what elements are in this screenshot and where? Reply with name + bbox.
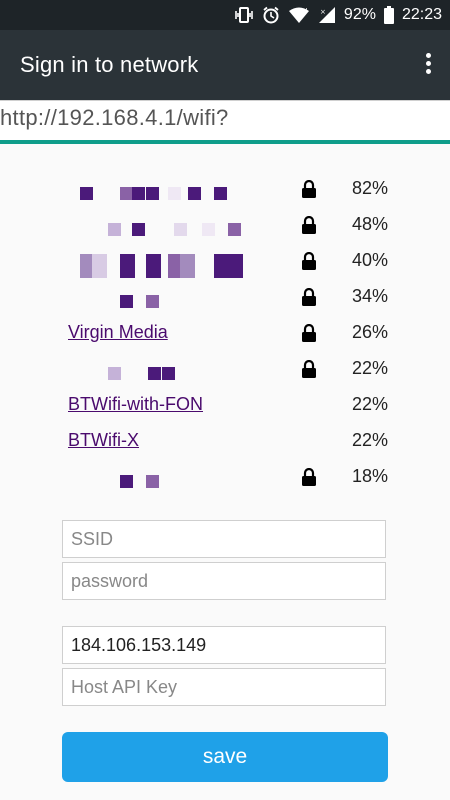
network-name-link[interactable]: BTWifi-X bbox=[68, 430, 139, 451]
signal-strength: 22% bbox=[351, 358, 388, 378]
url-bar: http://192.168.4.1/wifi? bbox=[0, 100, 450, 141]
vibrate-icon bbox=[234, 7, 254, 23]
signal-strength: 82% bbox=[351, 178, 388, 198]
network-row[interactable]: BTWifi-X 22% bbox=[68, 426, 388, 456]
signal-strength: 40% bbox=[351, 250, 388, 270]
alarm-icon bbox=[262, 6, 280, 24]
lock-icon bbox=[302, 251, 316, 270]
blur-block bbox=[120, 295, 133, 308]
network-name-link[interactable]: BTWifi-with-FON bbox=[68, 394, 203, 415]
signal-strength: 26% bbox=[351, 322, 388, 342]
network-row[interactable]: Virgin Media 26% bbox=[68, 318, 388, 348]
blur-block bbox=[148, 367, 161, 380]
blur-block bbox=[146, 254, 161, 278]
blur-block bbox=[174, 223, 187, 236]
api-key-field[interactable] bbox=[62, 668, 386, 706]
signal-strength: 22% bbox=[351, 394, 388, 414]
blur-block bbox=[214, 187, 227, 200]
blur-block bbox=[132, 187, 145, 200]
overflow-menu-icon[interactable] bbox=[420, 50, 436, 80]
blur-block bbox=[228, 223, 241, 236]
blur-block bbox=[146, 295, 159, 308]
host-input[interactable] bbox=[63, 627, 385, 663]
blur-block bbox=[146, 187, 159, 200]
api-key-input[interactable] bbox=[63, 669, 385, 705]
network-row[interactable]: 82% bbox=[68, 174, 388, 204]
clock: 22:23 bbox=[401, 6, 442, 23]
blur-block bbox=[108, 223, 121, 236]
lock-icon bbox=[302, 287, 316, 306]
save-button[interactable]: save bbox=[62, 732, 388, 782]
blur-block bbox=[188, 187, 201, 200]
blur-block bbox=[120, 254, 135, 278]
blur-block bbox=[132, 223, 145, 236]
svg-text:×: × bbox=[320, 8, 326, 16]
network-name-link[interactable]: Virgin Media bbox=[68, 322, 168, 343]
network-row[interactable]: 48% bbox=[68, 210, 388, 240]
password-field[interactable] bbox=[62, 562, 386, 600]
signal-strength: 22% bbox=[351, 430, 388, 450]
network-row[interactable]: 40% bbox=[68, 246, 388, 278]
blur-block bbox=[146, 475, 159, 488]
wifi-icon: ! bbox=[288, 7, 310, 23]
blur-block bbox=[120, 475, 133, 488]
signal-strength: 18% bbox=[351, 466, 388, 486]
signal-icon: × bbox=[318, 7, 336, 23]
battery-icon bbox=[383, 6, 394, 24]
svg-text:!: ! bbox=[305, 7, 308, 15]
lock-icon bbox=[302, 359, 316, 378]
ssid-input[interactable] bbox=[63, 521, 385, 557]
status-bar: ! × 92% 22:23 bbox=[0, 0, 450, 30]
blur-block bbox=[228, 254, 243, 278]
blur-block bbox=[162, 367, 175, 380]
network-row[interactable]: BTWifi-with-FON 22% bbox=[68, 390, 388, 420]
app-bar: Sign in to network bbox=[0, 30, 450, 100]
signal-strength: 48% bbox=[351, 214, 388, 234]
signal-strength: 34% bbox=[351, 286, 388, 306]
lock-icon bbox=[302, 323, 316, 342]
blur-block bbox=[80, 187, 93, 200]
network-row[interactable]: 18% bbox=[68, 462, 388, 492]
network-row[interactable]: 34% bbox=[68, 282, 388, 312]
lock-icon bbox=[302, 215, 316, 234]
blur-block bbox=[214, 254, 229, 278]
page-title: Sign in to network bbox=[20, 52, 199, 77]
blur-block bbox=[92, 254, 107, 278]
password-input[interactable] bbox=[63, 563, 385, 599]
blur-block bbox=[202, 223, 215, 236]
ssid-field[interactable] bbox=[62, 520, 386, 558]
battery-percent: 92% bbox=[343, 6, 376, 23]
lock-icon bbox=[302, 467, 316, 486]
blur-block bbox=[108, 367, 121, 380]
blur-block bbox=[168, 187, 181, 200]
blur-block bbox=[180, 254, 195, 278]
host-field[interactable] bbox=[62, 626, 386, 664]
network-row[interactable]: 22% bbox=[68, 354, 388, 384]
url-text: http://192.168.4.1/wifi? bbox=[0, 105, 229, 130]
lock-icon bbox=[302, 179, 316, 198]
